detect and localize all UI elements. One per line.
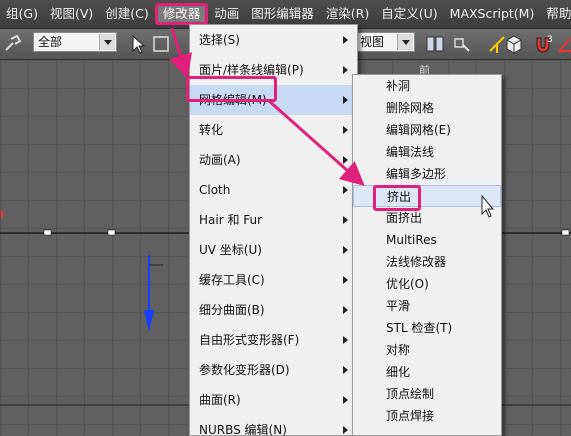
mesh-edit-submenu: 补洞 删除网格 编辑网格(E) 编辑法线 编辑多边形 挤出 面挤出 MultiR…	[352, 74, 502, 436]
menu-rendering[interactable]: 渲染(R)	[320, 3, 375, 25]
menu-item-stl-check[interactable]: STL 检查(T)	[353, 317, 501, 339]
link-icon[interactable]	[3, 33, 25, 55]
menu-item-animation[interactable]: 动画(A)	[190, 145, 357, 175]
submenu-arrow-icon	[343, 426, 348, 434]
menu-item-edit-mesh[interactable]: 编辑网格(E)	[353, 119, 501, 141]
submenu-arrow-icon	[343, 366, 348, 374]
menu-item-parametric-deformers[interactable]: 参数化变形器(D)	[190, 355, 357, 385]
submenu-arrow-icon	[343, 186, 348, 194]
submenu-arrow-icon	[343, 246, 348, 254]
menu-help[interactable]: 帮助	[540, 3, 571, 25]
menu-item-surface[interactable]: 曲面(R)	[190, 385, 357, 415]
annotation-highlight-mesh-edit	[186, 76, 277, 102]
reference-coordinate-dropdown[interactable]: 视图	[355, 32, 415, 52]
menu-item-edit-normals[interactable]: 编辑法线	[353, 141, 501, 163]
chevron-down-icon	[99, 34, 115, 50]
submenu-arrow-icon	[343, 396, 348, 404]
menu-customize[interactable]: 自定义(U)	[375, 3, 443, 25]
selection-filter-value: 全部	[38, 35, 63, 49]
menu-item-multires[interactable]: MultiRes	[353, 229, 501, 251]
submenu-arrow-icon	[343, 36, 348, 44]
menu-item-optimize[interactable]: 优化(O)	[353, 273, 501, 295]
menu-item-cache-tools[interactable]: 缓存工具(C)	[190, 265, 357, 295]
submenu-arrow-icon	[343, 216, 348, 224]
pivot-icon[interactable]	[424, 33, 446, 55]
angle-snap-icon[interactable]	[556, 33, 571, 55]
menu-item-edit-poly[interactable]: 编辑多边形	[353, 163, 501, 185]
menu-item-free-form-deformers[interactable]: 自由形式变形器(F)	[190, 325, 357, 355]
menu-graph-editors[interactable]: 图形编辑器	[245, 3, 320, 25]
select-manipulate-icon[interactable]	[451, 33, 473, 55]
menu-create[interactable]: 创建(C)	[99, 3, 154, 25]
submenu-arrow-icon	[343, 276, 348, 284]
menu-group[interactable]: 组(G)	[0, 3, 44, 25]
menu-animation[interactable]: 动画	[208, 3, 245, 25]
submenu-arrow-icon	[343, 96, 348, 104]
submenu-arrow-icon	[343, 306, 348, 314]
selection-filter-dropdown[interactable]: 全部	[33, 32, 117, 52]
submenu-arrow-icon	[343, 156, 348, 164]
chevron-down-icon	[397, 34, 413, 50]
menu-item-uv-coordinates[interactable]: UV 坐标(U)	[190, 235, 357, 265]
menu-item-selection[interactable]: 选择(S)	[190, 25, 357, 55]
menu-item-vertex-paint[interactable]: 顶点绘制	[353, 383, 501, 405]
menu-item-smooth[interactable]: 平滑	[353, 295, 501, 317]
select-region-icon[interactable]	[151, 33, 173, 55]
snap-magnet-icon[interactable]: 3	[532, 33, 554, 55]
menu-item-symmetry[interactable]: 对称	[353, 339, 501, 361]
snap-cube-icon[interactable]	[503, 33, 525, 55]
submenu-arrow-icon	[343, 66, 348, 74]
menu-modifiers[interactable]: 修改器	[154, 3, 209, 25]
menu-item-normal-modifier[interactable]: 法线修改器	[353, 251, 501, 273]
reference-coordinate-value: 视图	[360, 35, 385, 49]
submenu-arrow-icon	[343, 336, 348, 344]
menu-item-delete-mesh[interactable]: 删除网格	[353, 97, 501, 119]
menu-item-conversion[interactable]: 转化	[190, 115, 357, 145]
annotation-highlight-extrude	[373, 185, 421, 211]
menu-item-cap-holes[interactable]: 补洞	[353, 75, 501, 97]
select-arrow-icon[interactable]	[127, 33, 149, 55]
submenu-arrow-icon	[343, 126, 348, 134]
menu-item-nurbs-editing[interactable]: NURBS 编辑(N)	[190, 415, 357, 436]
menu-item-subdivision-surfaces[interactable]: 细分曲面(B)	[190, 295, 357, 325]
menu-view[interactable]: 视图(V)	[44, 3, 99, 25]
menu-maxscript[interactable]: MAXScript(M)	[444, 3, 541, 25]
menu-item-cloth[interactable]: Cloth	[190, 175, 357, 205]
menu-item-vertex-weld[interactable]: 顶点焊接	[353, 405, 501, 427]
menu-item-tessellate[interactable]: 细化	[353, 361, 501, 383]
svg-text:3: 3	[547, 35, 553, 45]
menu-item-hair-fur[interactable]: Hair 和 Fur	[190, 205, 357, 235]
